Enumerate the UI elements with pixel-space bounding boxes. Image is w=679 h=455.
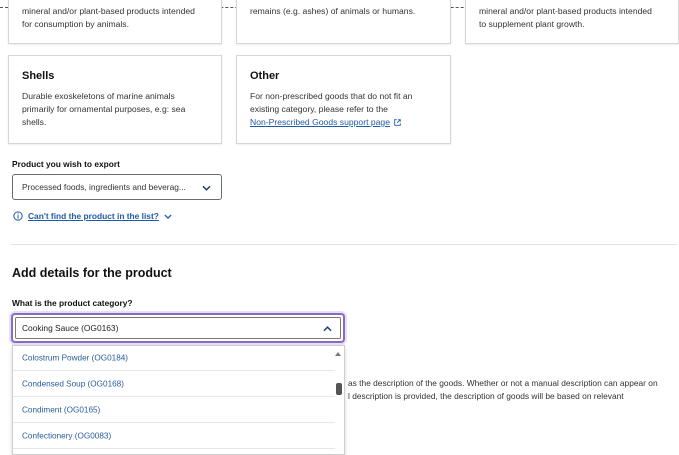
chevron-down-icon [202,185,211,191]
product-category-listbox[interactable]: Colostrum Powder (OG0184) Condensed Soup… [12,345,345,455]
product-category-select[interactable]: Cooking Sauce (OG0163) [11,313,345,343]
export-product-value: Processed foods, ingredients and beverag… [22,182,186,192]
category-card-remains[interactable]: remains (e.g. ashes) of animals or human… [236,0,451,44]
export-product-select[interactable]: Processed foods, ingredients and beverag… [12,174,222,200]
card-description: mineral and/or plant-based products inte… [22,6,195,29]
chevron-up-icon [323,326,332,332]
card-description: Durable exoskeletons of marine animals p… [22,91,186,127]
card-description: For non-prescribed goods that do not fit… [250,91,413,127]
scrollbar-thumb[interactable] [336,383,342,395]
card-title: Other [250,70,280,82]
export-product-label: Product you wish to export [12,159,120,169]
info-icon [13,211,23,221]
card-description: mineral and/or plant-based products inte… [479,6,652,29]
listbox-option[interactable]: Colostrum Powder (OG0184) [13,346,335,371]
product-category-label: What is the product category? [12,298,133,308]
listbox-option[interactable]: Condiment (OG0165) [13,398,335,423]
non-prescribed-goods-link[interactable]: Non-Prescribed Goods support page [250,117,390,127]
category-card-shells[interactable]: Shells Durable exoskeletons of marine an… [8,55,222,144]
category-card-fertiliser[interactable]: mineral and/or plant-based products inte… [465,0,679,44]
section-heading: Add details for the product [12,266,172,280]
card-title: Shells [22,70,55,82]
listbox-option[interactable]: Confectionery (OG0083) [13,424,335,449]
product-category-value: Cooking Sauce (OG0163) [22,323,119,333]
scroll-up-arrow-icon[interactable] [335,351,341,356]
goods-description-text: l description is provided, the descripti… [348,391,624,401]
category-card-other[interactable]: Other For non-prescribed goods that do n… [236,55,451,144]
cant-find-product-toggle[interactable]: Can't find the product in the list? [13,210,172,222]
listbox-option[interactable]: Condensed Soup (OG0168) [13,372,335,397]
goods-description-text: as the description of the goods. Whether… [348,378,658,388]
card-description: remains (e.g. ashes) of animals or human… [250,6,416,16]
section-divider [11,244,677,245]
category-card-feed[interactable]: mineral and/or plant-based products inte… [8,0,222,44]
chevron-down-icon [164,213,172,219]
cant-find-product-link[interactable]: Can't find the product in the list? [28,211,159,221]
external-link-icon [394,119,402,126]
